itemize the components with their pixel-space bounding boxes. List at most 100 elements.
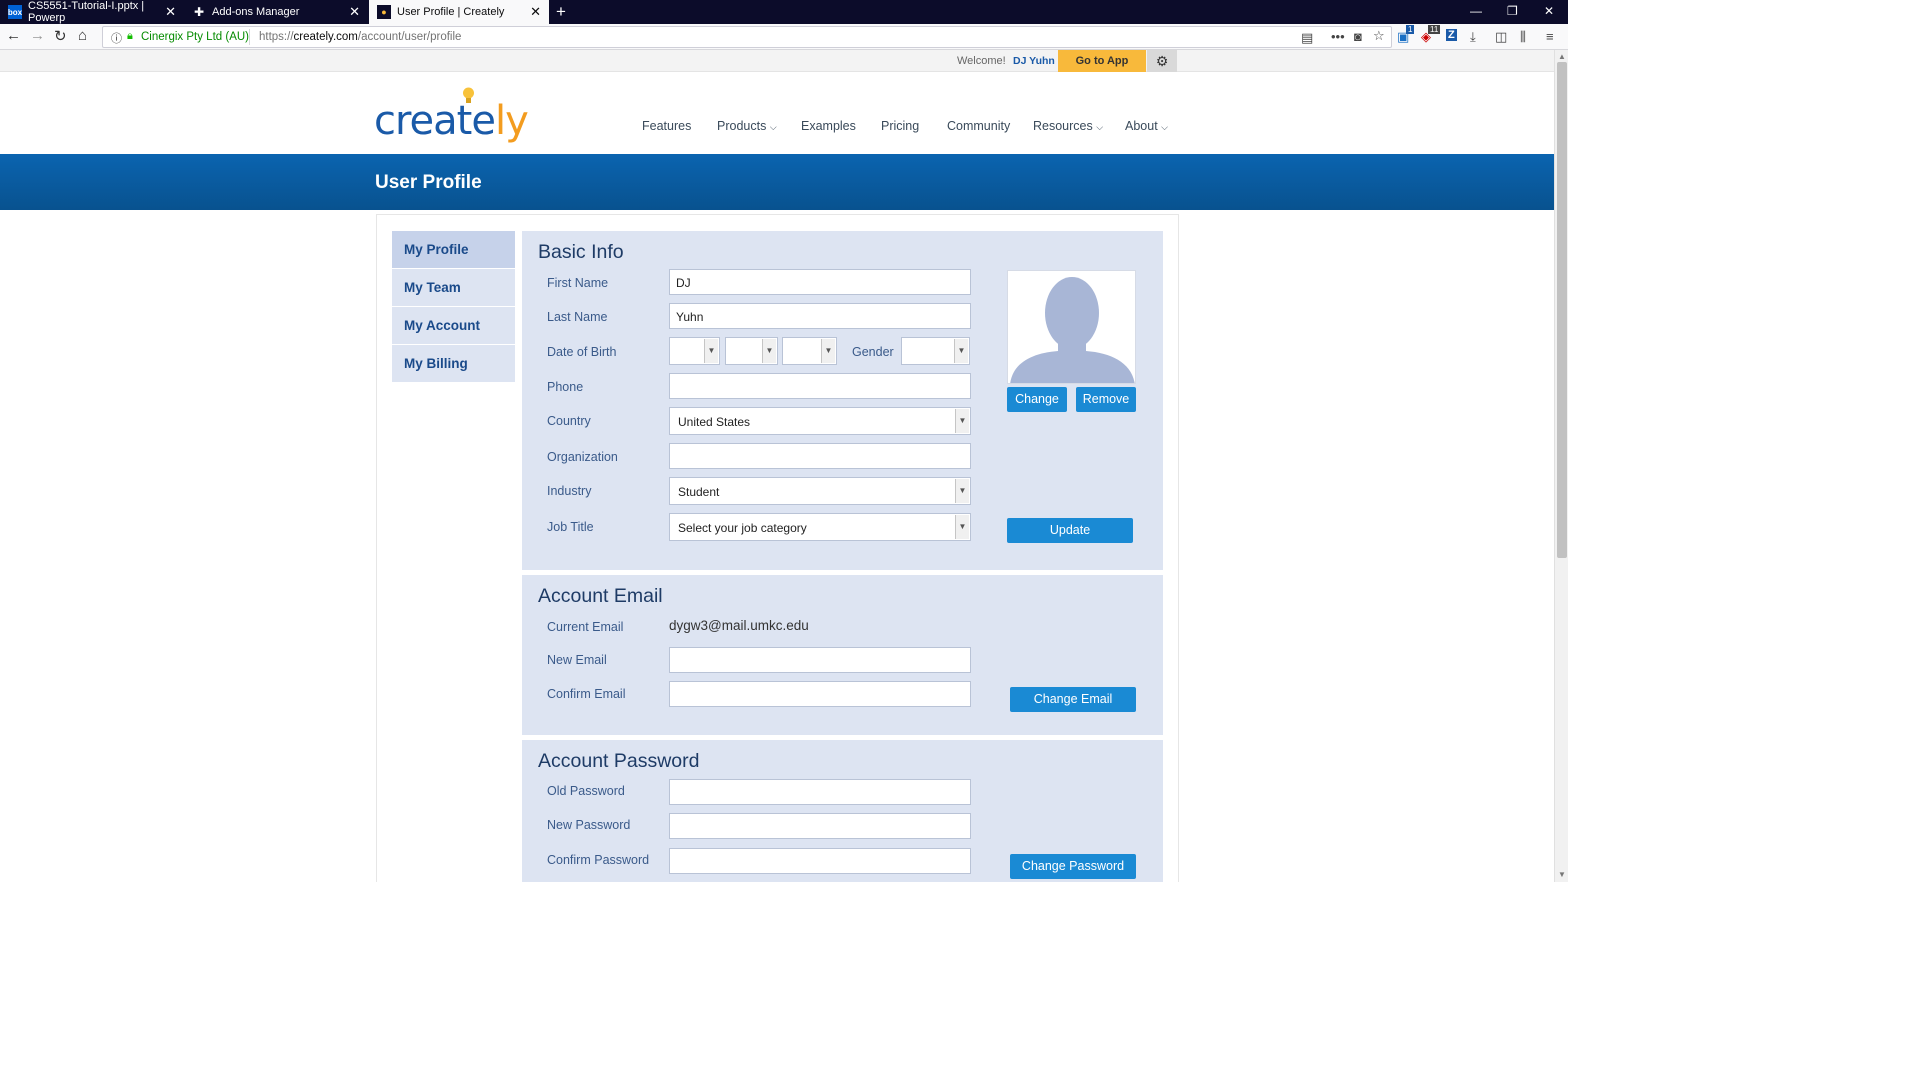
basic-info-title: Basic Info: [538, 241, 624, 263]
more-actions-icon[interactable]: •••: [1331, 29, 1345, 44]
remove-photo-button[interactable]: Remove: [1076, 387, 1136, 412]
organization-field[interactable]: [669, 443, 971, 469]
url-text[interactable]: https://creately.com/account/user/profil…: [259, 31, 461, 43]
reload-icon[interactable]: ↻: [54, 27, 67, 45]
sidebar-toggle-icon[interactable]: ◫: [1495, 29, 1507, 45]
chevron-down-icon: ▼: [762, 339, 776, 363]
library-icon[interactable]: ⫼: [1520, 29, 1526, 45]
new-password-field[interactable]: [669, 813, 971, 839]
browser-tab-bar: box CS5551-Tutorial-I.pptx | Powerp ✕ ✚ …: [0, 0, 1568, 24]
country-label: Country: [547, 414, 591, 428]
account-email-panel: Account Email Current Email dygw3@mail.u…: [522, 575, 1163, 735]
logo-text: create: [374, 98, 496, 144]
site-identity[interactable]: Cinergix Pty Ltd (AU): [141, 31, 249, 43]
confirm-password-label: Confirm Password: [547, 853, 650, 867]
sidebar-item-my-profile[interactable]: My Profile: [392, 231, 515, 268]
change-photo-button[interactable]: Change: [1007, 387, 1067, 412]
minimize-icon[interactable]: —: [1470, 4, 1482, 18]
back-icon[interactable]: ←: [6, 27, 21, 44]
first-name-field[interactable]: DJ: [669, 269, 971, 295]
country-select[interactable]: United States ▼: [669, 407, 971, 435]
phone-field[interactable]: [669, 373, 971, 399]
info-icon[interactable]: ⓘ: [111, 30, 122, 46]
close-icon[interactable]: ✕: [349, 4, 360, 20]
tab-label: CS5551-Tutorial-I.pptx | Powerp: [28, 0, 145, 24]
current-email-label: Current Email: [547, 620, 624, 634]
nav-about[interactable]: About ⌵: [1125, 119, 1168, 133]
sidebar-item-my-billing[interactable]: My Billing: [392, 345, 515, 382]
nav-community[interactable]: Community: [947, 119, 1010, 133]
close-icon[interactable]: ✕: [530, 4, 541, 20]
nav-examples[interactable]: Examples: [801, 119, 856, 133]
nav-pricing[interactable]: Pricing: [881, 119, 919, 133]
logo-text-accent: ly: [494, 98, 529, 144]
industry-label: Industry: [547, 484, 592, 498]
bookmark-star-icon[interactable]: ☆: [1373, 28, 1385, 44]
country-value: United States: [678, 415, 751, 429]
phone-label: Phone: [547, 380, 584, 394]
go-to-app-button[interactable]: Go to App: [1058, 50, 1146, 72]
new-email-field[interactable]: [669, 647, 971, 673]
current-email-value: dygw3@mail.umkc.edu: [669, 618, 809, 633]
new-password-label: New Password: [547, 818, 631, 832]
chevron-down-icon: ▼: [955, 479, 969, 503]
last-name-field[interactable]: Yuhn: [669, 303, 971, 329]
username-link[interactable]: DJ Yuhn: [1013, 55, 1055, 67]
menu-icon[interactable]: ≡: [1546, 29, 1554, 44]
forward-icon[interactable]: →: [30, 27, 45, 44]
sidebar-item-my-account[interactable]: My Account: [392, 307, 515, 344]
home-icon[interactable]: ⌂: [78, 27, 87, 44]
dob-label: Date of Birth: [547, 345, 617, 359]
divider: [249, 29, 250, 45]
dob-year-select[interactable]: ▼: [782, 337, 837, 365]
first-name-label: First Name: [547, 276, 609, 290]
confirm-email-field[interactable]: [669, 681, 971, 707]
scroll-up-icon[interactable]: ▲: [1558, 52, 1566, 61]
account-password-panel: Account Password Old Password New Passwo…: [522, 740, 1163, 882]
scrollbar-thumb[interactable]: [1557, 62, 1567, 558]
dob-month-select[interactable]: ▼: [669, 337, 720, 365]
change-email-button[interactable]: Change Email: [1010, 687, 1136, 712]
new-tab-icon[interactable]: +: [556, 2, 566, 22]
change-password-button[interactable]: Change Password: [1010, 854, 1136, 879]
page-banner: User Profile: [0, 154, 1554, 210]
industry-select[interactable]: Student ▼: [669, 477, 971, 505]
restore-icon[interactable]: ❐: [1507, 4, 1518, 18]
tab-addons[interactable]: ✚ Add-ons Manager ✕: [184, 0, 368, 24]
creately-icon: ●: [377, 5, 391, 19]
page-scrollbar[interactable]: ▲ ▼: [1554, 50, 1568, 882]
nav-products[interactable]: Products ⌵: [717, 119, 777, 133]
lock-icon: 🔒︎: [127, 30, 133, 42]
profile-picture: [1007, 270, 1136, 384]
reader-view-icon[interactable]: ▤: [1301, 30, 1313, 46]
gender-select[interactable]: ▼: [901, 337, 970, 365]
close-icon[interactable]: ✕: [165, 4, 176, 20]
settings-gear-icon[interactable]: ⚙: [1147, 50, 1177, 72]
tab-label: Add-ons Manager: [212, 6, 300, 18]
new-email-label: New Email: [547, 653, 607, 667]
old-password-label: Old Password: [547, 784, 625, 798]
url-bar[interactable]: ⓘ 🔒︎ Cinergix Pty Ltd (AU) https://creat…: [102, 26, 1392, 48]
job-title-select[interactable]: Select your job category ▼: [669, 513, 971, 541]
tab-user-profile[interactable]: ● User Profile | Creately ✕: [369, 0, 549, 24]
puzzle-icon: ✚: [193, 5, 205, 19]
old-password-field[interactable]: [669, 779, 971, 805]
nav-resources[interactable]: Resources ⌵: [1033, 119, 1103, 133]
page-content: Welcome! DJ Yuhn Go to App ⚙ creately Fe…: [0, 50, 1554, 882]
update-button[interactable]: Update: [1007, 518, 1133, 543]
avatar-placeholder-icon: [1010, 277, 1135, 383]
chevron-down-icon: ▼: [954, 339, 968, 363]
pocket-icon[interactable]: ◙: [1354, 29, 1362, 44]
sidebar-item-my-team[interactable]: My Team: [392, 269, 515, 306]
dob-day-select[interactable]: ▼: [725, 337, 778, 365]
chevron-down-icon: ▼: [955, 409, 969, 433]
nav-features[interactable]: Features: [642, 119, 691, 133]
tab-powerpoint[interactable]: box CS5551-Tutorial-I.pptx | Powerp ✕: [0, 0, 184, 24]
scroll-down-icon[interactable]: ▼: [1558, 870, 1566, 879]
confirm-password-field[interactable]: [669, 848, 971, 874]
creately-logo[interactable]: creately: [374, 98, 529, 144]
nav-label: About: [1125, 119, 1158, 133]
close-window-icon[interactable]: ✕: [1544, 4, 1554, 18]
zotero-icon[interactable]: Z: [1446, 29, 1457, 41]
download-icon[interactable]: ⤓: [1470, 29, 1476, 45]
